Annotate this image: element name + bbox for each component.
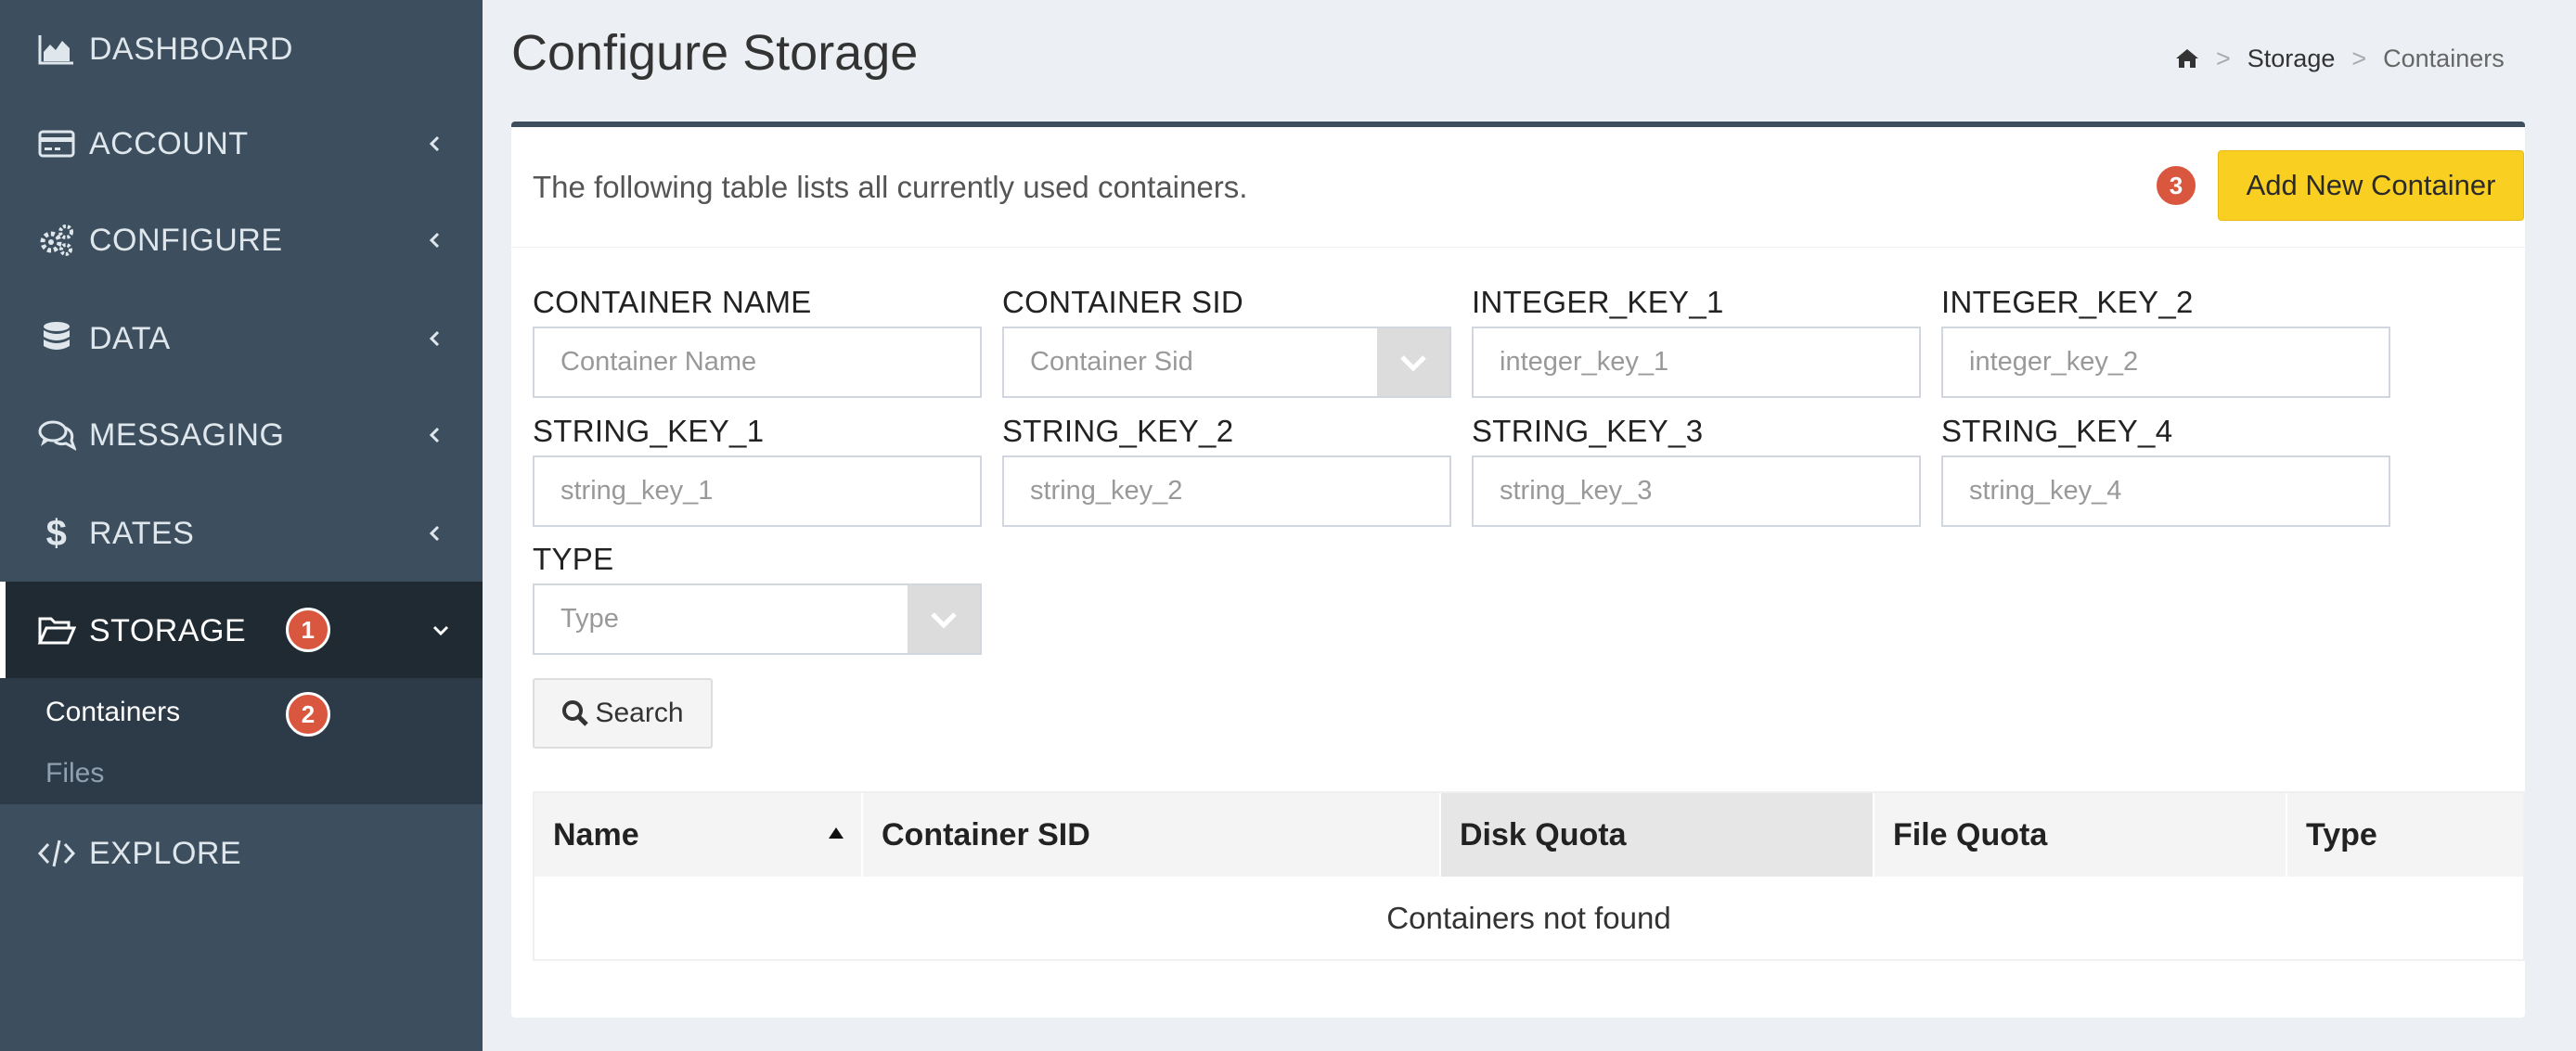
string-key-1-label: STRING_KEY_1 [533, 414, 765, 448]
sidebar-item-label: EXPLORE [89, 835, 242, 871]
search-button[interactable]: Search [533, 678, 713, 749]
chevron-down-icon [432, 625, 449, 636]
sidebar-subitem-files[interactable]: Files [45, 758, 104, 789]
page-title: Configure Storage [511, 25, 919, 81]
step-badge: 2 [286, 692, 330, 737]
storage-submenu: Containers 2 Files [0, 678, 483, 804]
chart-area-icon [37, 30, 76, 69]
integer-key-1-label: INTEGER_KEY_1 [1472, 285, 1724, 319]
panel-header: The following table lists all currently … [511, 127, 2525, 248]
container-sid-label: CONTAINER SID [1002, 285, 1243, 319]
chevron-left-icon [429, 330, 440, 347]
chevron-left-icon [429, 427, 440, 443]
empty-table-message: Containers not found [1386, 901, 1671, 935]
container-name-label: CONTAINER NAME [533, 285, 812, 319]
sidebar-item-account[interactable]: ACCOUNT [0, 95, 483, 193]
container-name-input[interactable]: Container Name [533, 327, 982, 398]
sidebar-item-label: RATES [89, 515, 195, 551]
home-icon[interactable] [2175, 47, 2199, 70]
containers-table: Name Container SID Disk Quota File Quota… [533, 791, 2525, 961]
string-key-2-label: STRING_KEY_2 [1002, 414, 1234, 448]
step-badge: 1 [286, 608, 330, 652]
column-header-type[interactable]: Type [2287, 793, 2523, 877]
step-badge: 3 [2154, 163, 2198, 208]
containers-panel: The following table lists all currently … [511, 122, 2525, 1018]
integer-key-2-input[interactable]: integer_key_2 [1941, 327, 2390, 398]
breadcrumb-storage[interactable]: Storage [2248, 45, 2336, 73]
chevron-down-icon[interactable] [1377, 328, 1449, 396]
chevron-down-icon[interactable] [908, 585, 980, 653]
chevron-left-icon [429, 135, 440, 152]
sidebar-item-label: DASHBOARD [89, 31, 293, 67]
type-label: TYPE [533, 542, 614, 576]
sidebar-subitem-containers[interactable]: Containers [45, 697, 180, 728]
column-header-disk-quota[interactable]: Disk Quota [1441, 793, 1874, 877]
select-placeholder: Container Sid [1030, 347, 1193, 377]
sidebar-item-explore[interactable]: EXPLORE [0, 804, 483, 903]
chevron-left-icon [429, 232, 440, 249]
breadcrumb: > Storage > Containers [2175, 43, 2505, 74]
sidebar-item-storage[interactable]: STORAGE 1 [0, 582, 483, 680]
search-icon [562, 700, 589, 726]
string-key-1-input[interactable]: string_key_1 [533, 455, 982, 527]
credit-card-icon [37, 124, 76, 163]
string-key-3-input[interactable]: string_key_3 [1472, 455, 1921, 527]
code-icon [37, 834, 76, 873]
string-key-3-label: STRING_KEY_3 [1472, 414, 1704, 448]
column-header-name[interactable]: Name [535, 793, 863, 877]
search-button-label: Search [595, 698, 684, 728]
sidebar-item-label: DATA [89, 320, 171, 356]
sidebar-item-configure[interactable]: CONFIGURE [0, 191, 483, 289]
gears-icon [37, 221, 76, 260]
container-sid-select[interactable]: Container Sid [1002, 327, 1451, 398]
select-placeholder: Type [560, 604, 619, 634]
sidebar-item-label: CONFIGURE [89, 222, 283, 258]
string-key-4-input[interactable]: string_key_4 [1941, 455, 2390, 527]
sidebar: DASHBOARD ACCOUNT CONFIGURE DATA MESSAGI… [0, 0, 483, 1051]
string-key-2-input[interactable]: string_key_2 [1002, 455, 1451, 527]
chat-icon [37, 416, 76, 455]
sidebar-item-data[interactable]: DATA [0, 289, 483, 388]
sidebar-item-label: STORAGE [89, 612, 247, 648]
table-header: Name Container SID Disk Quota File Quota… [535, 793, 2523, 877]
breadcrumb-separator: > [2351, 44, 2367, 72]
dollar-icon: $ [45, 512, 68, 554]
folder-open-icon [37, 611, 76, 650]
add-new-container-button[interactable]: Add New Container [2218, 150, 2524, 221]
sidebar-item-dashboard[interactable]: DASHBOARD [0, 0, 483, 98]
type-select[interactable]: Type [533, 583, 982, 655]
sidebar-item-messaging[interactable]: MESSAGING [0, 386, 483, 484]
column-header-file-quota[interactable]: File Quota [1874, 793, 2287, 877]
integer-key-1-input[interactable]: integer_key_1 [1472, 327, 1921, 398]
sidebar-item-label: ACCOUNT [89, 125, 249, 161]
breadcrumb-containers: Containers [2383, 44, 2505, 72]
panel-intro-text: The following table lists all currently … [533, 170, 1248, 204]
string-key-4-label: STRING_KEY_4 [1941, 414, 2173, 448]
integer-key-2-label: INTEGER_KEY_2 [1941, 285, 2194, 319]
column-header-container-sid[interactable]: Container SID [863, 793, 1441, 877]
chevron-left-icon [429, 525, 440, 542]
sidebar-item-label: MESSAGING [89, 417, 285, 453]
sort-ascending-icon [829, 827, 844, 839]
database-icon [37, 319, 76, 358]
sidebar-item-rates[interactable]: $ RATES [0, 484, 483, 583]
breadcrumb-separator: > [2216, 44, 2231, 72]
